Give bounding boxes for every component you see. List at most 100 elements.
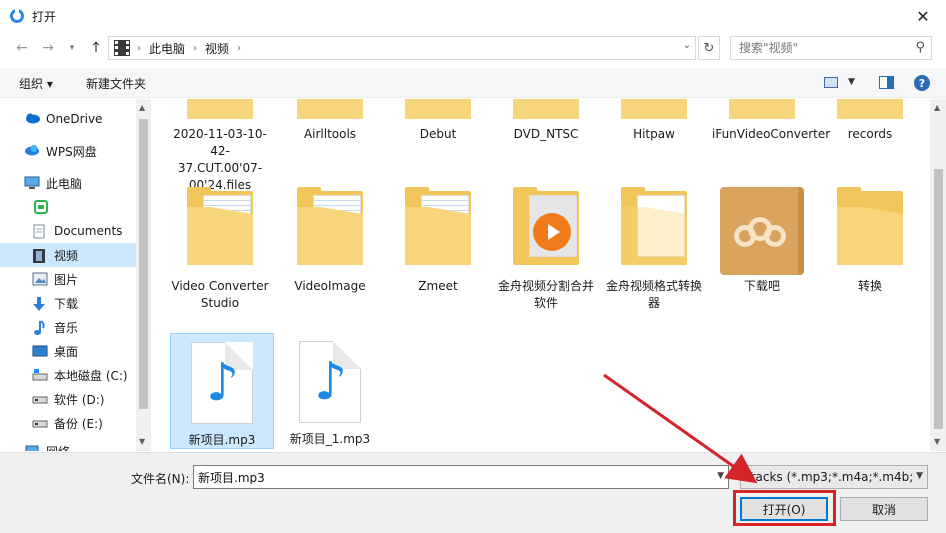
desktop-icon — [32, 344, 48, 358]
sidebar-item-music[interactable]: 音乐 — [0, 315, 136, 339]
organize-menu-button[interactable]: 组织 ▾ — [19, 75, 53, 92]
sidebar-item-wps[interactable]: WPS网盘 — [0, 139, 136, 163]
sidebar-item-label: Documents — [54, 224, 123, 238]
title-bar: 打开 ✕ — [0, 0, 946, 32]
search-input[interactable] — [739, 41, 909, 55]
scroll-up-icon[interactable]: ▲ — [139, 103, 145, 112]
breadcrumb-videos[interactable]: 视频 — [205, 40, 229, 57]
drive-e-icon — [32, 416, 48, 430]
folder-item[interactable]: Airlltools — [278, 99, 382, 143]
folder-item[interactable]: Debut — [386, 99, 490, 143]
file-list-scrollbar[interactable]: ▲ ▼ — [930, 99, 946, 451]
cancel-button[interactable]: 取消 — [840, 497, 928, 521]
new-folder-button[interactable]: 新建文件夹 — [86, 75, 146, 92]
sidebar-item-drive-d[interactable]: 软件 (D:) — [0, 387, 136, 411]
sidebar-item-label: 本地磁盘 (C:) — [54, 368, 128, 383]
cloud-icon — [24, 112, 40, 126]
file-type-select[interactable]: Tracks (*.mp3;*.m4a;*.m4b;*. ▼ — [740, 465, 928, 489]
file-name: DVD_NTSC — [513, 127, 579, 141]
folder-icon — [401, 99, 475, 121]
view-dropdown-icon[interactable]: ▼ — [848, 77, 855, 87]
file-item[interactable]: ♪ 新项目_1.mp3 — [278, 333, 382, 448]
folder-icon — [833, 187, 907, 267]
wps-cloud-icon — [24, 144, 40, 158]
folder-item[interactable]: Hitpaw — [602, 99, 706, 143]
file-type-value: Tracks (*.mp3;*.m4a;*.m4b;*. — [745, 470, 924, 484]
sidebar-item-label: 桌面 — [54, 344, 79, 359]
folder-item[interactable]: 金舟视频分割合并软件 — [494, 187, 598, 312]
chevron-right-icon[interactable]: › — [137, 43, 141, 54]
folder-icon — [509, 187, 583, 267]
file-name: Hitpaw — [633, 127, 675, 141]
help-icon[interactable]: ? — [914, 75, 930, 91]
sidebar-scroll-thumb[interactable] — [139, 119, 148, 409]
address-dropdown-icon[interactable]: ⌄ — [683, 40, 691, 51]
filename-label: 文件名(N): — [131, 472, 190, 486]
filename-combobox[interactable]: ▼ — [193, 465, 729, 489]
forward-arrow-icon[interactable]: → — [38, 38, 58, 58]
preview-pane-icon[interactable] — [879, 76, 894, 89]
folder-item[interactable]: 下载吧 — [710, 187, 814, 295]
folder-item[interactable]: iFunVideoConverter — [710, 99, 830, 143]
view-mode-icon[interactable] — [824, 77, 838, 88]
sidebar-item-drive-c[interactable]: 本地磁盘 (C:) — [0, 363, 136, 387]
scroll-down-icon[interactable]: ▼ — [139, 437, 145, 446]
close-button[interactable]: ✕ — [900, 0, 946, 32]
up-arrow-icon[interactable]: ↑ — [86, 38, 106, 58]
annotation-highlight-box — [733, 490, 836, 526]
drive-d-icon — [32, 392, 48, 406]
sidebar-item-this-pc[interactable]: 此电脑 — [0, 171, 136, 195]
sidebar-item-pictures[interactable]: 图片 — [0, 267, 136, 291]
chevron-down-icon[interactable]: ▼ — [914, 471, 923, 481]
sidebar-item-downloads[interactable]: 下载 — [0, 291, 136, 315]
chevron-down-icon[interactable]: ▼ — [717, 471, 724, 481]
sidebar-item-green-app[interactable] — [0, 195, 136, 219]
folder-icon — [833, 99, 907, 121]
folder-icon — [617, 99, 691, 121]
search-box[interactable]: ⚲ — [730, 36, 932, 60]
music-note-icon: ♪ — [314, 352, 348, 412]
sidebar-item-onedrive[interactable]: OneDrive — [0, 107, 136, 131]
folder-item[interactable]: Video Converter Studio — [168, 187, 272, 312]
file-name: Debut — [419, 127, 457, 141]
sidebar-item-drive-e[interactable]: 备份 (E:) — [0, 411, 136, 435]
sidebar-item-network[interactable]: 网络 — [0, 439, 136, 451]
sidebar-item-label: OneDrive — [46, 112, 103, 126]
folder-item[interactable]: 2020-11-03-10-42-37.CUT.00'07-00'24.file… — [168, 99, 272, 194]
chevron-right-icon[interactable]: › — [193, 43, 197, 54]
folder-item[interactable]: Zmeet — [386, 187, 490, 295]
sidebar-item-label: WPS网盘 — [46, 144, 97, 159]
folder-icon — [509, 99, 583, 121]
folder-item[interactable]: 金舟视频格式转换器 — [602, 187, 706, 312]
address-bar[interactable]: › 此电脑 › 视频 › ⌄ — [108, 36, 696, 60]
file-list-scroll-thumb[interactable] — [934, 169, 943, 429]
sidebar-item-label: 音乐 — [54, 320, 79, 335]
navigation-pane: OneDrive WPS网盘 此电脑 Documents 视频 图片 下载 音乐… — [0, 99, 151, 451]
search-icon[interactable]: ⚲ — [915, 40, 925, 55]
scroll-up-icon[interactable]: ▲ — [934, 103, 940, 112]
sidebar-item-label: 此电脑 — [46, 176, 83, 191]
sidebar-scrollbar[interactable]: ▲ ▼ — [136, 99, 150, 451]
filename-field[interactable] — [198, 470, 698, 484]
breadcrumb-this-pc[interactable]: 此电脑 — [149, 40, 185, 57]
file-name: records — [847, 127, 893, 141]
recent-dropdown-icon[interactable]: ▾ — [62, 38, 82, 58]
chevron-right-icon[interactable]: › — [237, 43, 241, 54]
folder-icon — [401, 187, 475, 267]
sidebar-item-desktop[interactable]: 桌面 — [0, 339, 136, 363]
file-name: VideoImage — [294, 279, 366, 293]
folder-item[interactable]: records — [818, 99, 922, 143]
refresh-icon: ↻ — [703, 40, 715, 56]
folder-item[interactable]: 转换 — [818, 187, 922, 295]
sidebar-item-label: 软件 (D:) — [54, 392, 105, 407]
back-arrow-icon[interactable]: ← — [12, 38, 32, 58]
folder-item[interactable]: VideoImage — [278, 187, 382, 295]
file-name: Zmeet — [418, 279, 458, 293]
sidebar-item-videos[interactable]: 视频 — [0, 243, 136, 267]
file-name: Airlltools — [303, 127, 357, 141]
refresh-button[interactable]: ↻ — [698, 36, 720, 60]
folder-item[interactable]: DVD_NTSC — [494, 99, 598, 143]
scroll-down-icon[interactable]: ▼ — [934, 437, 940, 446]
sidebar-item-documents[interactable]: Documents — [0, 219, 136, 243]
file-item-selected[interactable]: ♪ 新项目.mp3 — [170, 333, 274, 449]
